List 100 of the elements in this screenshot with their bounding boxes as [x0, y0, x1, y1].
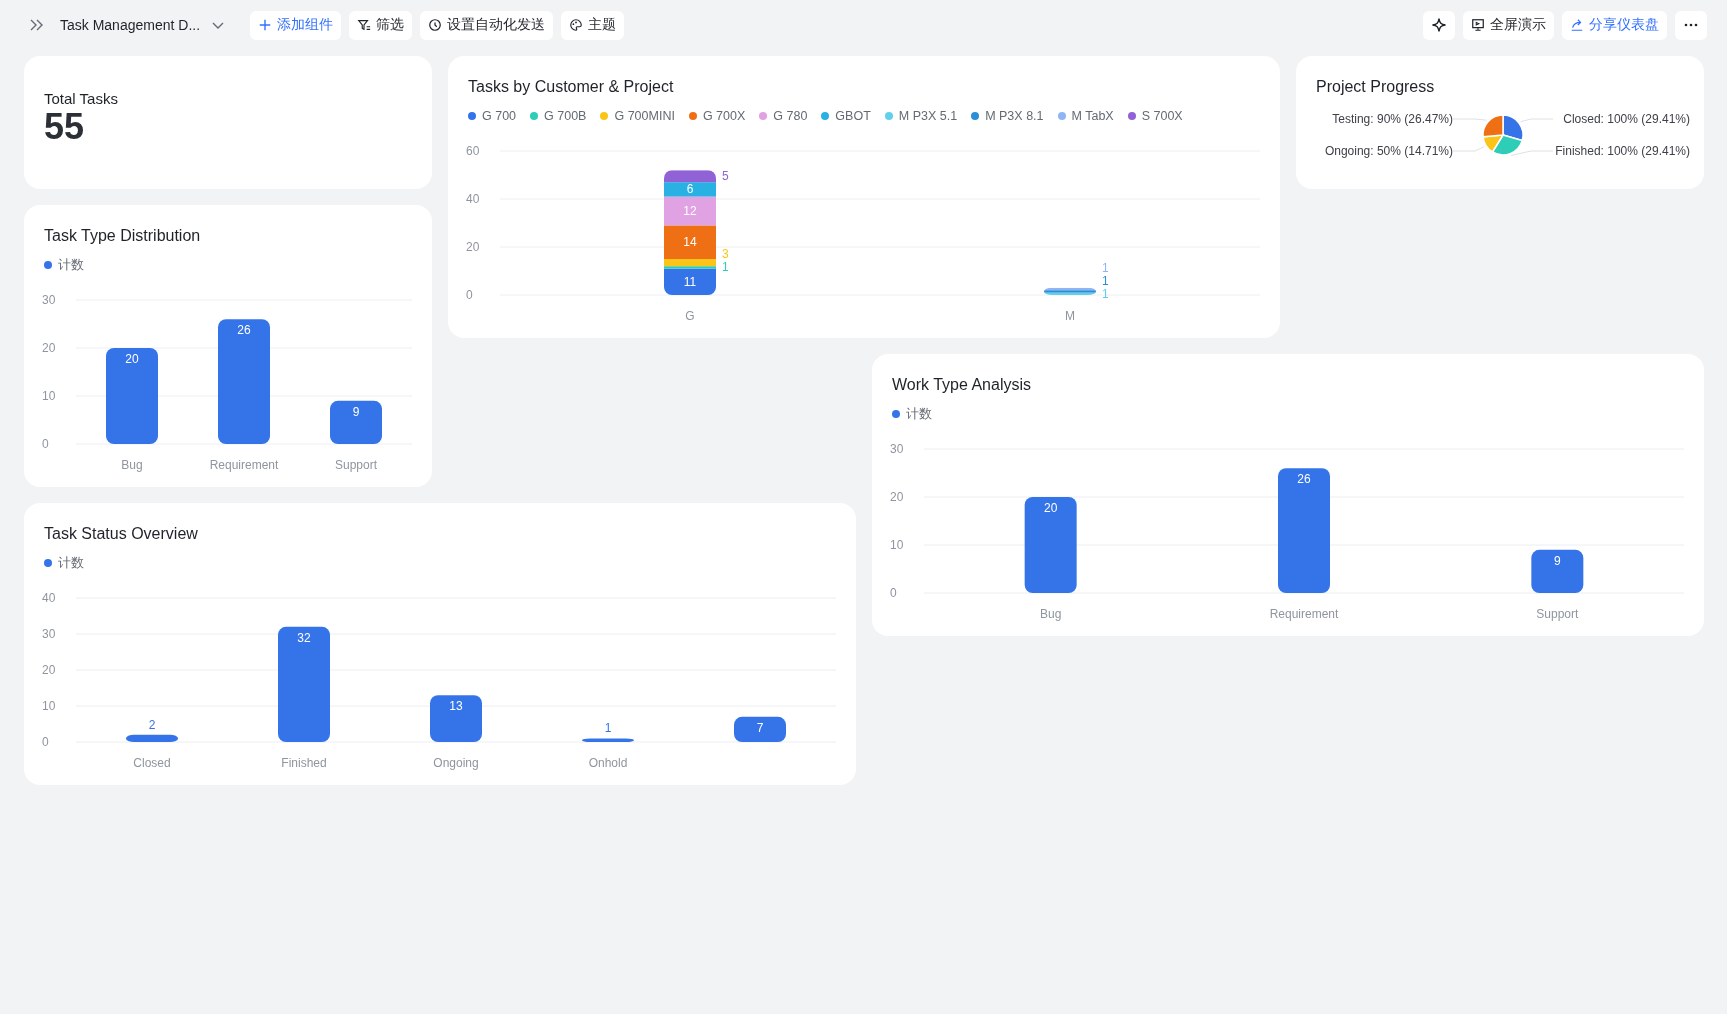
axis-tick-label: 10	[42, 699, 56, 713]
axis-tick-label: 40	[42, 591, 56, 605]
category-label: Requirement	[209, 458, 279, 472]
stat-value: 55	[44, 107, 86, 147]
value-label: 20	[1044, 501, 1058, 515]
value-label: 32	[297, 630, 311, 645]
legend-label: M P3X 5.1	[898, 108, 958, 124]
value-label: 3	[722, 247, 729, 262]
category-label: Support	[1536, 607, 1579, 621]
value-label: 26	[237, 323, 251, 338]
card-title: Project Progress	[1316, 77, 1436, 97]
axis-tick-label: 0	[890, 586, 897, 600]
slice-label: Ongoing: 50% (14.71%)	[1324, 144, 1453, 158]
axis-tick-label: 40	[466, 192, 480, 206]
bar	[1531, 549, 1584, 593]
card-title: Task Status Overview	[44, 524, 199, 544]
slice-label: Finished: 100% (29.41%)	[1555, 144, 1690, 158]
legend-label: 计数	[58, 257, 84, 273]
theme-button[interactable]: 主题	[561, 10, 625, 40]
value-label: 1	[1102, 260, 1109, 275]
value-label: 1	[604, 721, 612, 736]
legend-label: 计数	[906, 406, 932, 422]
category-label: Bug	[121, 458, 143, 472]
card-title: Work Type Analysis	[892, 375, 1033, 395]
leader-line	[1453, 146, 1485, 152]
value-label: 7	[756, 720, 764, 735]
axis-tick-label: 0	[466, 288, 473, 302]
legend-label: G 700B	[544, 108, 587, 124]
filter-icon	[357, 18, 372, 32]
category-label: Ongoing	[433, 756, 479, 770]
axis-tick-label: 30	[890, 442, 904, 456]
axis-tick-label: 0	[42, 735, 49, 749]
filter-button[interactable]: 筛选	[349, 10, 413, 40]
value-label: 9	[1554, 553, 1561, 568]
value-label: 26	[1297, 472, 1311, 487]
category-label: Bug	[1040, 607, 1062, 621]
axis-tick-label: 30	[42, 627, 56, 641]
stat-label: Total Tasks	[44, 90, 119, 107]
slice-label: Testing: 90% (26.47%)	[1332, 112, 1453, 126]
share-icon	[1570, 18, 1584, 32]
category-label: M	[1065, 309, 1075, 323]
legend-label: G 700	[482, 108, 517, 124]
axis-tick-label: 30	[42, 293, 56, 307]
bar	[734, 716, 786, 742]
plus-icon	[258, 18, 273, 32]
value-label: 14	[683, 235, 697, 250]
legend-label: G 700MINI	[614, 108, 675, 124]
axis-tick-label: 20	[466, 240, 480, 254]
leader-line	[1510, 150, 1553, 156]
bar	[582, 738, 634, 742]
expand-icon	[28, 17, 44, 33]
value-label: 20	[125, 352, 139, 366]
axis-tick-label: 20	[890, 490, 904, 504]
legend-label: G 780	[773, 108, 808, 124]
add-button[interactable]: 添加组件	[250, 10, 342, 40]
axis-tick-label: 10	[42, 389, 56, 403]
legend-label: GBOT	[835, 108, 871, 124]
value-label: 5	[722, 169, 729, 184]
bar	[126, 734, 178, 742]
legend-label: 计数	[58, 555, 84, 571]
card-title: Task Type Distribution	[44, 226, 202, 246]
legend-label: G 700X	[702, 108, 746, 124]
clock-icon	[428, 18, 443, 32]
schedule-button[interactable]: 设置自动化发送	[420, 10, 554, 40]
axis-tick-label: 0	[42, 437, 49, 451]
dashboard-title-button[interactable]: Task Management D...	[56, 10, 243, 40]
category-label: Finished	[281, 756, 327, 770]
legend-label: M P3X 8.1	[985, 108, 1044, 124]
category-label: Requirement	[1269, 607, 1339, 621]
slice-label: Closed: 100% (29.41%)	[1563, 112, 1690, 126]
bar-segment	[664, 170, 716, 183]
leader-line	[1520, 118, 1553, 123]
category-label: Onhold	[588, 756, 628, 770]
value-label: 2	[148, 717, 156, 732]
bar	[330, 400, 382, 444]
category-label: Closed	[133, 756, 171, 770]
value-label: 11	[683, 274, 697, 289]
value-label: 1	[722, 260, 729, 275]
legend-label: M TabX	[1071, 108, 1114, 124]
axis-tick-label: 20	[42, 341, 56, 355]
legend-label: S 700X	[1141, 108, 1183, 124]
value-label: 6	[686, 182, 694, 197]
category-label: Support	[335, 458, 377, 472]
bar	[430, 695, 482, 742]
value-label: 13	[449, 699, 463, 714]
monitor-icon	[1471, 18, 1485, 32]
present-button[interactable]: 全屏演示	[1463, 10, 1554, 40]
sparkle-icon	[1431, 17, 1447, 33]
axis-tick-label: 60	[466, 144, 480, 158]
value-label: 12	[683, 204, 697, 218]
value-label: 1	[1102, 273, 1109, 288]
value-label: 1	[1102, 286, 1109, 301]
sparkle-button[interactable]	[1423, 10, 1455, 40]
share-button[interactable]: 分享仪表盘	[1562, 10, 1667, 40]
palette-icon	[569, 18, 584, 32]
axis-tick-label: 10	[890, 538, 904, 552]
axis-tick-label: 20	[42, 663, 56, 677]
category-label: G	[685, 309, 695, 323]
card-title: Tasks by Customer & Project	[468, 77, 675, 97]
value-label: 9	[352, 404, 360, 419]
